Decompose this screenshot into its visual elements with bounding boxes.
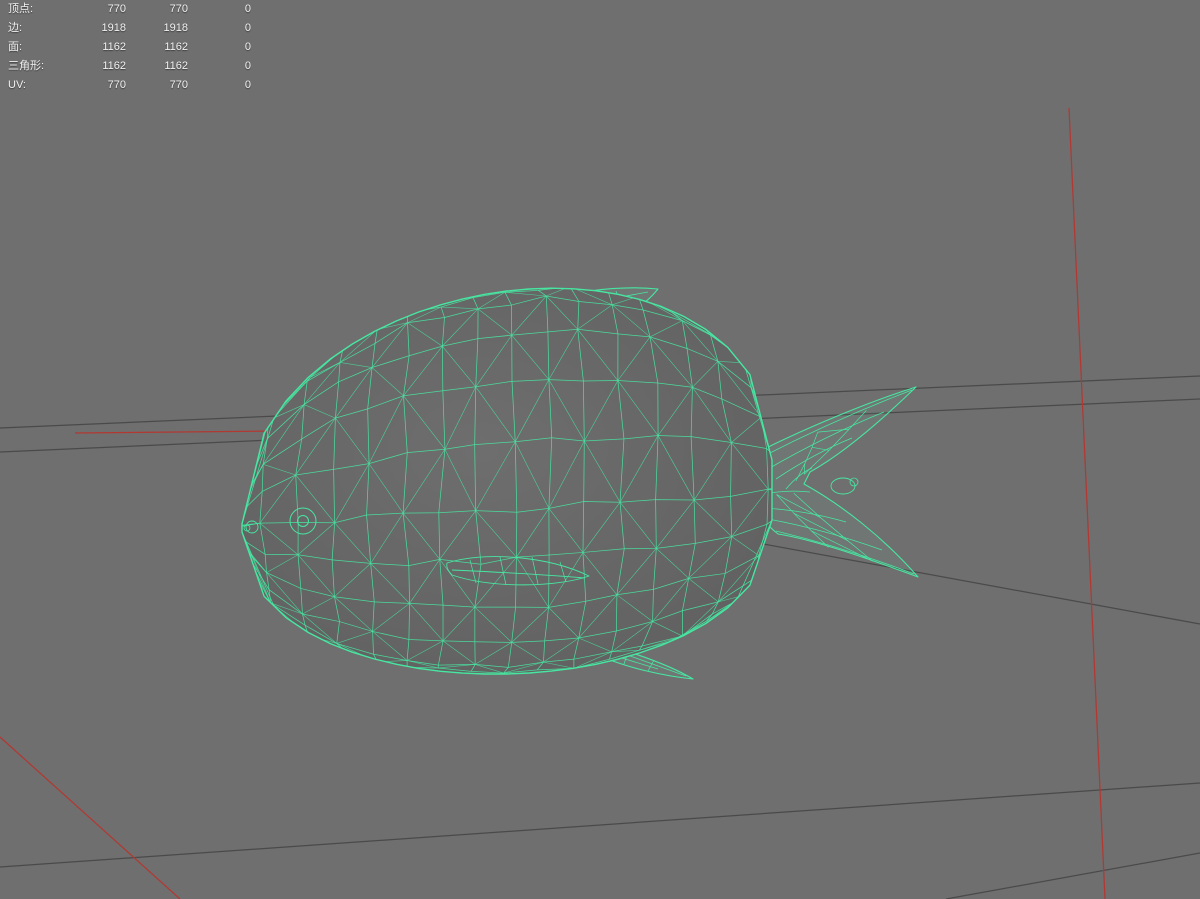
- stat-value: 1162: [102, 60, 126, 72]
- stat-value: 770: [169, 79, 188, 91]
- stats-row: 顶点: 770 770 0: [8, 0, 251, 19]
- stat-value: 0: [244, 41, 251, 53]
- stat-value: 770: [107, 3, 126, 15]
- stat-value: 1162: [102, 41, 126, 53]
- stat-value: 1162: [164, 60, 188, 72]
- stat-value: 770: [169, 3, 188, 15]
- fish-wireframe-model[interactable]: [226, 287, 919, 680]
- stat-value: 1162: [164, 41, 188, 53]
- stats-row: 三角形: 1162 1162 0: [8, 57, 251, 76]
- stat-value: 0: [244, 60, 251, 72]
- stat-label: 边:: [8, 22, 23, 34]
- stat-value: 770: [107, 79, 126, 91]
- stat-value: 0: [244, 79, 251, 91]
- stat-label: UV:: [8, 79, 26, 91]
- stat-label: 面:: [8, 41, 23, 53]
- stat-value: 1918: [163, 22, 188, 34]
- stat-label: 三角形:: [8, 60, 45, 72]
- stats-panel: 顶点: 770 770 0 边: 1918 1918 0 面: 1162 116…: [8, 0, 251, 95]
- viewport[interactable]: 顶点: 770 770 0 边: 1918 1918 0 面: 1162 116…: [0, 0, 1200, 899]
- stats-row: 边: 1918 1918 0: [8, 19, 251, 38]
- stat-value: 0: [244, 22, 251, 34]
- fish-body[interactable]: [226, 287, 802, 675]
- stat-label: 顶点:: [8, 3, 34, 15]
- stat-value: 0: [244, 3, 251, 15]
- stat-value: 1918: [101, 22, 126, 34]
- stats-row: UV: 770 770 0: [8, 76, 251, 95]
- scene-svg[interactable]: [0, 0, 1200, 899]
- stats-row: 面: 1162 1162 0: [8, 38, 251, 57]
